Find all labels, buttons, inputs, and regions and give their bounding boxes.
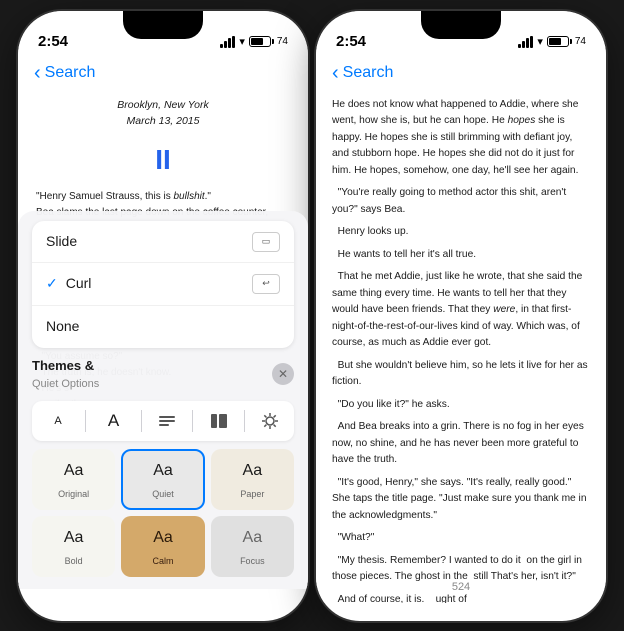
theme-calm[interactable]: Aa Calm bbox=[121, 516, 204, 577]
right-notch bbox=[421, 11, 501, 39]
none-label: None bbox=[46, 316, 79, 338]
brightness-icon bbox=[262, 413, 278, 429]
battery-text: 74 bbox=[277, 36, 288, 47]
right-back-button[interactable]: ‹ Search bbox=[332, 63, 393, 83]
divider-3 bbox=[192, 410, 193, 432]
theme-bold-label: Aa bbox=[64, 526, 84, 551]
right-battery-text: 74 bbox=[575, 36, 586, 47]
overlay-panel: Slide ▭ ✓ Curl ↩ None bbox=[18, 211, 308, 589]
theme-original-label: Aa bbox=[64, 459, 84, 484]
slide-label: Slide bbox=[46, 231, 77, 253]
left-status-bar: 2:54 ▾ 74 bbox=[18, 11, 308, 61]
theme-quiet-label: Aa bbox=[153, 459, 173, 484]
left-phone: 2:54 ▾ 74 ‹ Search bbox=[18, 11, 308, 621]
right-book-content: He does not know what happened to Addie,… bbox=[316, 89, 606, 603]
themes-close-button[interactable]: ✕ bbox=[272, 363, 294, 385]
left-back-label: Search bbox=[45, 64, 96, 82]
divider-2 bbox=[141, 410, 142, 432]
theme-focus-label: Aa bbox=[243, 526, 263, 551]
left-notch bbox=[123, 11, 203, 39]
curl-icon: ↩ bbox=[252, 274, 280, 294]
font-type-button[interactable] bbox=[153, 407, 181, 435]
curl-checkmark-icon: ✓ bbox=[46, 273, 58, 295]
right-nav-bar: ‹ Search bbox=[316, 61, 606, 89]
back-chevron-icon: ‹ bbox=[34, 63, 41, 83]
right-signal-icon bbox=[518, 36, 533, 48]
book-title: Brooklyn, New York March 13, 2015 bbox=[36, 97, 290, 131]
right-back-label: Search bbox=[343, 64, 394, 82]
divider-4 bbox=[244, 410, 245, 432]
right-back-chevron-icon: ‹ bbox=[332, 63, 339, 83]
left-time: 2:54 bbox=[38, 33, 68, 50]
theme-original[interactable]: Aa Original bbox=[32, 449, 115, 510]
chapter-number: II bbox=[36, 138, 290, 181]
right-wifi-icon: ▾ bbox=[537, 35, 543, 48]
brightness-button[interactable] bbox=[256, 407, 284, 435]
signal-bar-2 bbox=[224, 41, 227, 48]
themes-header: Themes & Quiet Options ✕ bbox=[32, 356, 294, 393]
theme-grid: Aa Original Aa Quiet Aa Paper Aa Bold bbox=[32, 449, 294, 576]
slide-icon: ▭ bbox=[252, 232, 280, 252]
curl-label: Curl bbox=[66, 273, 92, 295]
slide-option-slide[interactable]: Slide ▭ bbox=[32, 221, 294, 264]
theme-bold[interactable]: Aa Bold bbox=[32, 516, 115, 577]
font-controls: A A bbox=[32, 401, 294, 441]
wifi-icon: ▾ bbox=[239, 35, 245, 48]
left-book-content: Brooklyn, New York March 13, 2015 II "He… bbox=[18, 89, 308, 589]
right-time: 2:54 bbox=[336, 33, 366, 50]
right-status-icons: ▾ 74 bbox=[518, 35, 586, 48]
theme-paper-label: Aa bbox=[243, 459, 263, 484]
right-battery-icon bbox=[547, 36, 569, 47]
theme-quiet[interactable]: Aa Quiet bbox=[121, 449, 204, 510]
layout-button[interactable] bbox=[205, 407, 233, 435]
right-phone-body: He does not know what happened to Addie,… bbox=[316, 89, 606, 603]
theme-calm-label: Aa bbox=[153, 526, 173, 551]
battery-icon bbox=[249, 36, 271, 47]
signal-bar-1 bbox=[220, 44, 223, 48]
theme-paper[interactable]: Aa Paper bbox=[211, 449, 294, 510]
layout-icon bbox=[211, 414, 227, 428]
left-nav-bar: ‹ Search bbox=[18, 61, 308, 89]
theme-focus[interactable]: Aa Focus bbox=[211, 516, 294, 577]
left-status-icons: ▾ 74 bbox=[220, 35, 288, 48]
page-number: 524 bbox=[452, 581, 470, 593]
themes-subtitle: Quiet Options bbox=[32, 376, 99, 393]
signal-icon bbox=[220, 36, 235, 48]
phones-container: 2:54 ▾ 74 ‹ Search bbox=[18, 11, 606, 621]
themes-title: Themes & bbox=[32, 356, 99, 376]
font-type-icon bbox=[158, 414, 176, 428]
font-increase-button[interactable]: A bbox=[98, 407, 130, 435]
font-decrease-button[interactable]: A bbox=[42, 407, 74, 435]
right-status-bar: 2:54 ▾ 74 bbox=[316, 11, 606, 61]
right-phone: 2:54 ▾ 74 ‹ Search bbox=[316, 11, 606, 621]
slide-option-curl[interactable]: ✓ Curl ↩ bbox=[32, 263, 294, 306]
divider-1 bbox=[85, 410, 86, 432]
slide-options-menu: Slide ▭ ✓ Curl ↩ None bbox=[32, 221, 294, 348]
signal-bar-3 bbox=[228, 38, 231, 48]
slide-option-none[interactable]: None bbox=[32, 306, 294, 348]
signal-bar-4 bbox=[232, 36, 235, 48]
left-back-button[interactable]: ‹ Search bbox=[34, 63, 95, 83]
